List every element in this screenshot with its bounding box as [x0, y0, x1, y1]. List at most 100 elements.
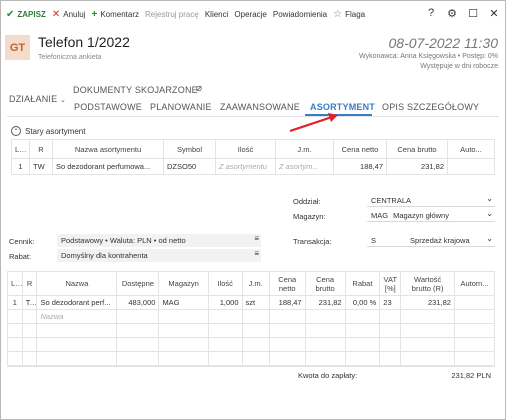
comment-label: Komentarz: [100, 9, 140, 19]
clients-label: Klienci: [204, 9, 229, 19]
pricelist-label: Cennik:: [9, 237, 35, 246]
cell-discount: 0,00 %: [344, 295, 381, 310]
col-name[interactable]: Nazwa asortymentu: [52, 139, 164, 159]
transaction-code: S: [371, 235, 377, 245]
chevron-down-icon: ⌄: [486, 194, 493, 203]
col-symbol[interactable]: Symbol: [163, 139, 216, 159]
tab-basic[interactable]: PODSTAWOWE: [74, 102, 142, 112]
warehouse-label: Magazyn:: [293, 212, 326, 221]
table-row-empty: [7, 351, 496, 366]
table-row[interactable]: 1 TW So dezodorant perfumowa... DZSO50 Z…: [11, 158, 495, 175]
save-label: ZAPISZ: [17, 9, 46, 19]
table-header-row: LP R Nazwa Dostępne Magazyn Ilość J.m. C…: [7, 271, 496, 296]
annotation-arrow-icon: [289, 113, 338, 133]
col-r[interactable]: R: [29, 139, 53, 159]
department-label: Oddział:: [293, 197, 321, 206]
operations-button[interactable]: Operacje: [234, 4, 266, 24]
name-input[interactable]: Nazwa: [36, 309, 118, 324]
collapse-icon[interactable]: ⌃: [11, 126, 21, 136]
warehouse-code: MAG: [371, 210, 389, 220]
transaction-label: Transakcja:: [293, 237, 332, 246]
cell-available: 483,000: [116, 295, 160, 310]
col-auto[interactable]: Auto...: [447, 139, 495, 159]
pricelist-field[interactable]: Podstawowy • Waluta: PLN • od netto ≡: [57, 234, 261, 247]
col-vat[interactable]: VAT [%]: [379, 271, 402, 296]
col-lp[interactable]: Lp ▲: [11, 139, 30, 159]
cell-r: T...: [21, 295, 38, 310]
col-quantity[interactable]: Ilość: [215, 139, 276, 159]
flag-button[interactable]: ☆ Flaga: [333, 4, 365, 24]
cell-vat: 23: [379, 295, 402, 310]
col-unit[interactable]: J.m.: [275, 139, 334, 159]
cell-quantity[interactable]: 1,000: [207, 295, 243, 310]
col-r[interactable]: R: [21, 271, 38, 296]
avatar: GT: [5, 35, 30, 60]
comment-button[interactable]: + Komentarz: [91, 4, 139, 24]
total-label: Kwota do zapłaty:: [298, 371, 358, 380]
tab-planning[interactable]: PLANOWANIE: [150, 102, 212, 112]
col-auto[interactable]: Autom...: [453, 271, 496, 296]
table-row[interactable]: 1 T... So dezodorant perf... 483,000 MAG…: [7, 295, 496, 310]
col-available[interactable]: Dostępne: [116, 271, 160, 296]
cell-lp: 1: [11, 158, 30, 175]
cell-symbol: DZSO50: [163, 158, 216, 175]
clients-button[interactable]: Klienci: [205, 4, 229, 24]
transaction-select[interactable]: S Sprzedaż krajowa ⌄: [367, 234, 495, 247]
warehouse-select[interactable]: MAG Magazyn główny ⌄: [367, 209, 495, 222]
col-discount[interactable]: Rabat: [344, 271, 381, 296]
notifications-button[interactable]: Powiadomienia: [273, 4, 327, 24]
table-row-empty: [7, 337, 496, 352]
tab-documents[interactable]: DOKUMENTY SKOJARZONE: [73, 85, 198, 95]
discount-field[interactable]: Domyślny dla kontrahenta ≡: [57, 249, 261, 262]
cell-unit[interactable]: Z asortym...: [275, 158, 334, 175]
save-button[interactable]: ✔ ZAPISZ: [6, 4, 46, 24]
cell-unit: szt: [241, 295, 270, 310]
department-select[interactable]: CENTRALA ⌄: [367, 194, 495, 207]
cancel-label: Anuluj: [63, 9, 86, 19]
settings-icon[interactable]: ⚙: [444, 5, 460, 21]
total-divider: [7, 366, 495, 367]
col-net-price[interactable]: Cena netto: [268, 271, 306, 296]
col-net-price[interactable]: Cena netto: [333, 139, 387, 159]
discount-value: Domyślny dla kontrahenta: [61, 251, 148, 260]
pricelist-value: Podstawowy • Waluta: PLN • od netto: [61, 236, 186, 245]
document-date: 08-07-2022 11:30: [388, 35, 499, 51]
cancel-button[interactable]: ✕ Anuluj: [52, 4, 86, 24]
paperclip-icon[interactable]: ⌀: [196, 83, 202, 94]
col-lp[interactable]: LP: [7, 271, 23, 296]
table-row-empty: [7, 323, 496, 338]
col-gross-value[interactable]: Wartość brutto (R): [400, 271, 455, 296]
discount-label: Rabat:: [9, 252, 32, 261]
total-value: 231,82 PLN: [451, 371, 491, 380]
help-button[interactable]: ?: [423, 5, 439, 21]
col-name[interactable]: Nazwa: [36, 271, 118, 296]
star-icon: ☆: [333, 8, 343, 20]
close-icon: ✕: [51, 8, 61, 20]
table-row-new[interactable]: Nazwa: [7, 309, 496, 324]
document-window: ✔ ZAPISZ ✕ Anuluj + Komentarz Rejestruj …: [0, 0, 506, 420]
old-assortment-table: Lp ▲ R Nazwa asortymentu Symbol Ilość J.…: [11, 139, 495, 175]
cell-quantity[interactable]: Z asortymentu: [215, 158, 276, 175]
cell-gross-value: 231,82: [400, 295, 455, 310]
col-gross-price[interactable]: Cena brutto: [304, 271, 346, 296]
checkmark-icon: ✔: [6, 8, 15, 20]
cell-name: So dezodorant perf...: [36, 295, 118, 310]
list-icon: ≡: [254, 234, 259, 243]
register-work-button[interactable]: Rejestruj pracę: [145, 4, 199, 24]
tab-separator: [7, 116, 499, 117]
close-window-icon[interactable]: ✕: [486, 5, 502, 21]
tab-action-label: DZIAŁANIE: [9, 94, 58, 104]
maximize-icon[interactable]: ☐: [465, 5, 481, 21]
col-gross-price[interactable]: Cena brutto: [386, 139, 448, 159]
warehouse-value: Magazyn główny: [393, 210, 449, 220]
col-warehouse[interactable]: Magazyn: [158, 271, 209, 296]
col-quantity[interactable]: Ilość: [207, 271, 243, 296]
department-value: CENTRALA: [371, 195, 412, 205]
col-unit[interactable]: J.m.: [241, 271, 270, 296]
cell-lp: 1: [7, 295, 23, 310]
tab-detailed[interactable]: OPIS SZCZEGÓŁOWY: [382, 102, 479, 112]
workdays-note: Występuje w dni robocze: [420, 63, 498, 70]
tab-action[interactable]: DZIAŁANIE ⌄: [9, 94, 66, 104]
transaction-value: Sprzedaż krajowa: [410, 235, 470, 245]
cell-net-price: 188,47: [268, 295, 306, 310]
